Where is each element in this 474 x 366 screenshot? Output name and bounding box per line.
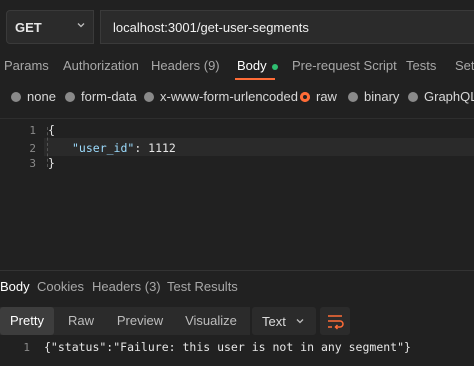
response-tab-cookies[interactable]: Cookies xyxy=(37,279,84,294)
request-body-editor[interactable]: 1 2 3 { "user_id": 1112 } xyxy=(0,0,474,270)
response-body-text: {"status":"Failure: this user is not in … xyxy=(44,340,411,354)
code-line-2: "user_id": 1112 xyxy=(72,141,176,155)
format-select[interactable]: Text xyxy=(252,307,316,335)
view-raw-button[interactable]: Raw xyxy=(58,307,104,335)
view-mode-toggle: Pretty Raw Preview Visualize xyxy=(0,307,250,335)
format-select-label: Text xyxy=(262,314,286,329)
code-line-3: } xyxy=(48,156,55,170)
code-line-1: { xyxy=(48,123,55,137)
response-tab-test-results[interactable]: Test Results xyxy=(167,279,238,294)
view-visualize-button[interactable]: Visualize xyxy=(176,307,246,335)
chevron-down-icon xyxy=(296,319,304,324)
wrap-lines-button[interactable] xyxy=(320,307,350,335)
json-key: "user_id" xyxy=(72,141,135,155)
response-tab-body[interactable]: Body xyxy=(0,279,30,294)
response-tab-headers[interactable]: Headers (3) xyxy=(92,279,161,294)
line-number: 1 xyxy=(23,341,30,354)
line-number: 1 xyxy=(29,124,36,137)
divider xyxy=(0,270,474,271)
view-preview-button[interactable]: Preview xyxy=(108,307,172,335)
line-number: 2 xyxy=(29,142,36,155)
wrap-lines-icon xyxy=(328,315,344,330)
json-value: : 1112 xyxy=(134,141,176,155)
line-number: 3 xyxy=(29,157,36,170)
view-pretty-button[interactable]: Pretty xyxy=(0,307,54,335)
